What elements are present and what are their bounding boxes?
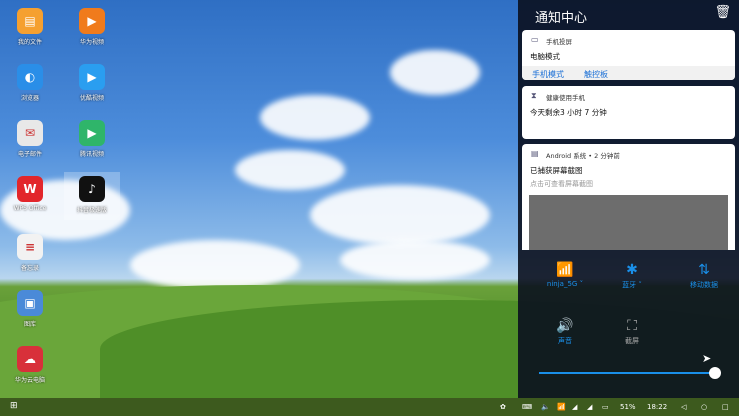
volume-icon[interactable]: 🔈 bbox=[541, 403, 550, 411]
taskbar: ⊞ ✿ ⌨ 🔈 📶 ◢ ◢ ▭ 51% 18:22 ◁ ○ □ bbox=[0, 398, 739, 416]
app-label: 华为视频 bbox=[79, 39, 104, 46]
app-icon: ▶ bbox=[79, 120, 105, 146]
desktop-icon[interactable]: ≡ 备忘录 bbox=[5, 234, 55, 272]
signal2-icon: ◢ bbox=[587, 403, 593, 411]
app-label: 腾讯视频 bbox=[79, 151, 104, 158]
touchpad-button[interactable]: 触控板 bbox=[584, 71, 608, 79]
card-subtitle: 点击可查看屏幕截图 bbox=[530, 180, 593, 188]
app-label: 华为云电脑 bbox=[14, 377, 45, 384]
brightness-slider[interactable] bbox=[539, 372, 719, 374]
app-icon: ☁ bbox=[17, 346, 43, 372]
card-title: 电脑模式 bbox=[530, 52, 560, 61]
clock[interactable]: 18:22 bbox=[647, 403, 667, 411]
app-label: 我的文件 bbox=[17, 39, 42, 46]
quick-label: 声音 bbox=[558, 337, 572, 345]
quick-label: 蓝牙 ˅ bbox=[622, 281, 642, 289]
desktop-icon[interactable]: ☁ 华为云电脑 bbox=[5, 346, 55, 384]
quick-setting[interactable]: ✱ 蓝牙 ˅ bbox=[602, 262, 662, 290]
wifi-icon[interactable]: 📶 bbox=[557, 403, 566, 411]
app-label: 备忘录 bbox=[20, 265, 39, 272]
app-label: 电子邮件 bbox=[17, 151, 42, 158]
card-app: 手机投屏 bbox=[546, 38, 572, 46]
desktop-icon[interactable]: ▶ 腾讯视频 bbox=[67, 120, 117, 158]
screenshot-thumbnail[interactable] bbox=[529, 195, 728, 250]
quick-icon: ⇅ bbox=[698, 262, 710, 278]
app-icon: W bbox=[17, 176, 43, 202]
app-icon: ▶ bbox=[79, 64, 105, 90]
battery-icon[interactable]: ▭ bbox=[602, 403, 609, 411]
back-icon[interactable]: ◁ bbox=[681, 403, 686, 411]
keyboard-icon[interactable]: ⌨ bbox=[522, 403, 532, 411]
quick-setting[interactable]: ⇅ 移动数据 bbox=[674, 262, 734, 290]
app-icon: ▤ bbox=[17, 8, 43, 34]
card-title: 已捕获屏幕截图 bbox=[530, 166, 583, 175]
desktop-icon[interactable]: ◐ 浏览器 bbox=[5, 64, 55, 102]
quick-setting[interactable]: 📶 ninja_5G ˅ bbox=[535, 262, 595, 288]
quick-label: 移动数据 bbox=[690, 281, 718, 289]
app-label: 图库 bbox=[23, 321, 36, 328]
card-title: 今天剩余3 小时 7 分钟 bbox=[530, 108, 607, 117]
app-icon: ▶ bbox=[79, 8, 105, 34]
quick-icon: ✱ bbox=[626, 262, 638, 278]
home-icon[interactable]: ○ bbox=[701, 403, 707, 411]
desktop-icon[interactable]: ▤ 我的文件 bbox=[5, 8, 55, 46]
notification-projection[interactable]: ▭ 手机投屏 电脑模式 手机模式 触控板 bbox=[522, 30, 735, 80]
start-icon[interactable]: ⊞ bbox=[10, 401, 18, 411]
android-icon: ▤ bbox=[531, 149, 539, 158]
notification-health[interactable]: ⧗ 健康使用手机 今天剩余3 小时 7 分钟 bbox=[522, 86, 735, 139]
signal-icon: ◢ bbox=[572, 403, 578, 411]
trash-icon[interactable]: 🗑 bbox=[714, 5, 731, 20]
app-icon: ✉ bbox=[17, 120, 43, 146]
card-app: 健康使用手机 bbox=[546, 94, 585, 102]
app-icon: ▣ bbox=[17, 290, 43, 316]
app-icon: ◐ bbox=[17, 64, 43, 90]
notification-screenshot[interactable]: ▤ Android 系统 • 2 分钟前 已捕获屏幕截图 点击可查看屏幕截图 bbox=[522, 144, 735, 250]
app-label: 浏览器 bbox=[20, 95, 39, 102]
desktop-icon[interactable]: ▶ 华为视频 bbox=[67, 8, 117, 46]
app-label: 抖音极速版 bbox=[76, 207, 107, 214]
desktop-icon[interactable]: ▣ 图库 bbox=[5, 290, 55, 328]
card-app: Android 系统 • 2 分钟前 bbox=[546, 152, 620, 160]
quick-icon: 📶 bbox=[556, 262, 574, 278]
panel-title: 通知中心 bbox=[535, 11, 588, 26]
notification-center: 通知中心 🗑 ▭ 手机投屏 电脑模式 手机模式 触控板 ⧗ 健康使用手机 今天剩余3 … bbox=[518, 0, 739, 398]
health-icon: ⧗ bbox=[531, 91, 537, 100]
quick-label: ninja_5G ˅ bbox=[546, 280, 584, 288]
cursor-icon: ➤ bbox=[702, 352, 712, 365]
quick-label: 截屏 bbox=[625, 337, 639, 345]
quick-icon: 🔊 bbox=[556, 318, 574, 334]
projection-icon: ▭ bbox=[531, 35, 539, 44]
brightness-handle[interactable] bbox=[709, 367, 722, 379]
app-icon: ≡ bbox=[17, 234, 43, 260]
app-icon: ♪ bbox=[79, 176, 105, 202]
desktop-icon[interactable]: ♪ 抖音极速版 bbox=[67, 176, 117, 214]
notify-icon[interactable]: ✿ bbox=[500, 403, 506, 411]
battery-percent: 51% bbox=[620, 403, 636, 411]
quick-setting[interactable]: 🔊 声音 bbox=[535, 318, 595, 346]
recents-icon[interactable]: □ bbox=[722, 403, 729, 411]
app-label: WPS Office bbox=[13, 205, 47, 212]
phone-mode-button[interactable]: 手机模式 bbox=[532, 71, 564, 79]
desktop-icon[interactable]: ▶ 优酷视频 bbox=[67, 64, 117, 102]
desktop-icon[interactable]: ✉ 电子邮件 bbox=[5, 120, 55, 158]
quick-setting[interactable]: ⛶ 截屏 bbox=[602, 318, 662, 346]
quick-icon: ⛶ bbox=[627, 318, 637, 334]
desktop-icon[interactable]: W WPS Office bbox=[5, 176, 55, 212]
app-label: 优酷视频 bbox=[79, 95, 104, 102]
